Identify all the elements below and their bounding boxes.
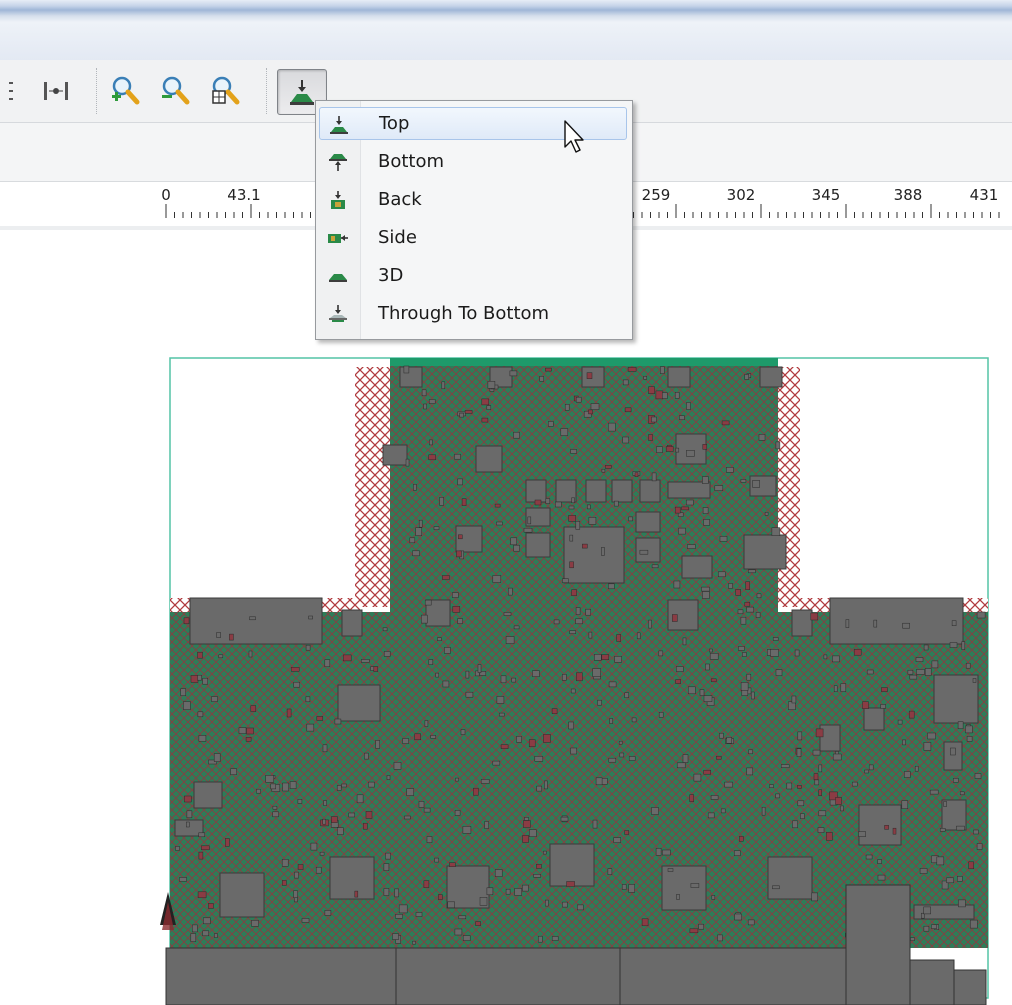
component-ic	[219, 872, 265, 918]
ruler-label: 302	[726, 186, 756, 204]
component-ic	[635, 511, 661, 533]
menu-item-3d[interactable]: 3D	[319, 259, 627, 292]
menu-item-label: Through To Bottom	[378, 303, 550, 324]
view-back-icon	[327, 190, 349, 210]
zoom-fit-icon[interactable]	[206, 70, 246, 112]
component-ic	[943, 741, 963, 771]
component-ic	[337, 684, 381, 722]
component-ic	[193, 781, 223, 809]
view-bottom-icon	[327, 152, 349, 172]
component-ic	[382, 444, 408, 466]
zoom-out-icon[interactable]	[156, 70, 196, 112]
board-top-edge	[390, 358, 778, 366]
ruler-label: 259	[641, 186, 671, 204]
component-ic	[933, 674, 979, 724]
component-ic	[525, 532, 551, 558]
mouse-cursor-icon	[564, 120, 584, 153]
component-ic	[549, 843, 595, 887]
component-ic	[743, 534, 787, 570]
keepout-left	[355, 367, 390, 607]
keepout-right	[778, 367, 800, 607]
menu-item-through-to-bottom[interactable]: Through To Bottom	[319, 297, 627, 330]
component-ic	[475, 445, 503, 473]
window-title-bar	[0, 0, 1012, 22]
component-ic	[661, 865, 707, 911]
menu-item-label: Back	[378, 189, 422, 210]
component-ic	[791, 609, 813, 637]
ruler-label: 345	[811, 186, 841, 204]
pcb-board-view[interactable]	[0, 230, 1012, 1005]
component-ic	[863, 707, 885, 731]
pcb-canvas[interactable]	[0, 230, 1012, 1005]
component-ic	[681, 555, 713, 579]
menu-bar	[0, 22, 1012, 61]
menu-item-label: Top	[379, 113, 410, 134]
component-connector	[189, 597, 323, 645]
ruler-label: 388	[893, 186, 923, 204]
menu-item-label: 3D	[378, 265, 404, 286]
component-connector	[829, 597, 964, 645]
component-ic	[341, 609, 363, 637]
align-left-icon[interactable]	[0, 70, 34, 112]
component-ic	[767, 856, 813, 900]
component-ic	[329, 856, 375, 900]
view-top-icon	[328, 115, 350, 135]
component-ic	[858, 804, 902, 846]
ruler-label: 43.1	[227, 186, 261, 204]
align-center-icon[interactable]	[36, 70, 76, 112]
zoom-in-icon[interactable]	[106, 70, 146, 112]
menu-item-side[interactable]: Side	[319, 221, 627, 254]
view-side-icon	[327, 228, 349, 248]
menu-item-label: Bottom	[378, 151, 445, 172]
component-ic	[675, 433, 707, 465]
ruler-label: 431	[969, 186, 999, 204]
menu-item-label: Side	[378, 227, 417, 248]
menu-item-back[interactable]: Back	[319, 183, 627, 216]
ruler-label: 0	[161, 186, 171, 204]
view-3d-icon	[327, 266, 349, 286]
view-through-icon	[327, 304, 349, 324]
